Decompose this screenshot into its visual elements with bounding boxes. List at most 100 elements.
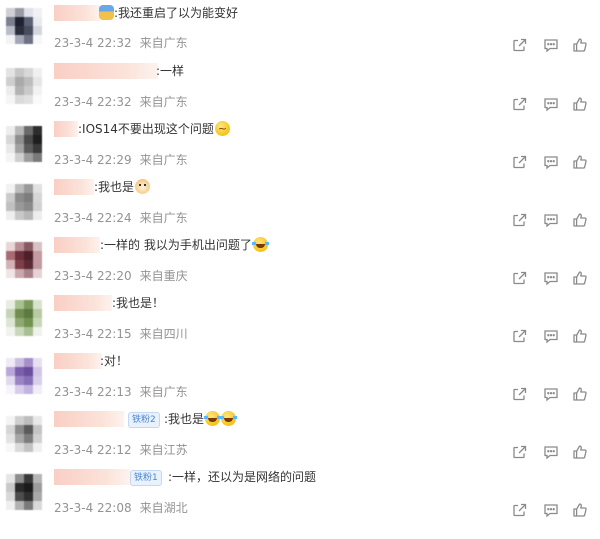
avatar[interactable] bbox=[6, 358, 42, 394]
like-icon[interactable] bbox=[572, 154, 588, 170]
avatar[interactable] bbox=[6, 416, 42, 452]
comment-text: :我也是 bbox=[94, 180, 135, 194]
emoji-icon bbox=[135, 179, 151, 194]
comment-text-line: :一样的 我以为手机出问题了 bbox=[100, 235, 269, 255]
comment-location: 来自江苏 bbox=[139, 443, 188, 457]
comment-meta: 23-3-4 22:32 来自广东 bbox=[54, 35, 188, 51]
comment-location: 来自广东 bbox=[139, 95, 188, 109]
comment-time: 23-3-4 22:20 bbox=[54, 269, 132, 283]
username-blurred[interactable] bbox=[54, 295, 112, 311]
comment-location: 来自广东 bbox=[139, 385, 188, 399]
comment-time: 23-3-4 22:24 bbox=[54, 211, 132, 225]
comment-text-line: :我也是！ bbox=[112, 293, 164, 313]
avatar[interactable] bbox=[6, 184, 42, 220]
comment-icon[interactable] bbox=[543, 154, 559, 170]
comment-meta: 23-3-4 22:29 来自广东 bbox=[54, 152, 188, 168]
like-icon[interactable] bbox=[572, 212, 588, 228]
avatar[interactable] bbox=[6, 474, 42, 510]
emoji-icon bbox=[251, 237, 269, 252]
comment-icon[interactable] bbox=[543, 444, 559, 460]
comment-text-line: :一样，还以为是网络的问题 bbox=[168, 467, 316, 487]
comment-item: :我也是 23-3-4 22:24 来自广东 bbox=[0, 174, 600, 232]
like-icon[interactable] bbox=[572, 96, 588, 112]
emoji-icon bbox=[214, 119, 230, 139]
username-blurred[interactable] bbox=[54, 353, 102, 369]
comment-time: 23-3-4 22:15 bbox=[54, 327, 132, 341]
comment-text: :我还重启了以为能变好 bbox=[114, 6, 239, 20]
username-blurred[interactable] bbox=[54, 411, 124, 427]
avatar[interactable] bbox=[6, 8, 42, 44]
emoji-icon bbox=[220, 411, 238, 426]
comment-text: :一样的 我以为手机出问题了 bbox=[100, 238, 252, 252]
avatar[interactable] bbox=[6, 68, 42, 104]
comment-meta: 23-3-4 22:15 来自四川 bbox=[54, 326, 188, 342]
comment-item: :一样的 我以为手机出问题了 23-3-4 22:20 来自重庆 bbox=[0, 232, 600, 290]
share-icon[interactable] bbox=[512, 96, 528, 112]
comment-icon[interactable] bbox=[543, 96, 559, 112]
comment-time: 23-3-4 22:08 bbox=[54, 501, 132, 515]
comment-icon[interactable] bbox=[543, 212, 559, 228]
comment-text: :对！ bbox=[100, 354, 129, 368]
share-icon[interactable] bbox=[512, 444, 528, 460]
comment-time: 23-3-4 22:13 bbox=[54, 385, 132, 399]
username-blurred[interactable] bbox=[54, 237, 100, 253]
username-blurred[interactable] bbox=[54, 121, 78, 137]
comment-text-line: :IOS14不要出现这个问题 bbox=[78, 119, 230, 139]
comment-text-line: :我也是 bbox=[164, 409, 238, 429]
like-icon[interactable] bbox=[572, 386, 588, 402]
comment-location: 来自广东 bbox=[139, 153, 188, 167]
comment-text: :一样，还以为是网络的问题 bbox=[168, 470, 317, 484]
comment-item: :对！ 23-3-4 22:13 来自广东 bbox=[0, 348, 600, 406]
comment-item: 铁粉1 :一样，还以为是网络的问题 23-3-4 22:08 来自湖北 bbox=[0, 464, 600, 522]
comment-item: :IOS14不要出现这个问题 23-3-4 22:29 来自广东 bbox=[0, 116, 600, 174]
comment-icon[interactable] bbox=[543, 328, 559, 344]
like-icon[interactable] bbox=[572, 328, 588, 344]
like-icon[interactable] bbox=[572, 270, 588, 286]
avatar[interactable] bbox=[6, 242, 42, 278]
comment-icon[interactable] bbox=[543, 270, 559, 286]
share-icon[interactable] bbox=[512, 154, 528, 170]
like-icon[interactable] bbox=[572, 502, 588, 518]
username-blurred[interactable] bbox=[54, 63, 158, 79]
comment-item: :我也是！ 23-3-4 22:15 来自四川 bbox=[0, 290, 600, 348]
comment-meta: 23-3-4 22:12 来自江苏 bbox=[54, 442, 188, 458]
avatar[interactable] bbox=[6, 300, 42, 336]
comment-meta: 23-3-4 22:13 来自广东 bbox=[54, 384, 188, 400]
avatar[interactable] bbox=[6, 126, 42, 162]
comment-text-line: :我也是 bbox=[94, 177, 151, 197]
share-icon[interactable] bbox=[512, 212, 528, 228]
comment-item: 铁粉2:我也是 23-3-4 22:12 来自江苏 bbox=[0, 406, 600, 464]
comment-location: 来自重庆 bbox=[139, 269, 188, 283]
comment-location: 来自湖北 bbox=[139, 501, 188, 515]
share-icon[interactable] bbox=[512, 270, 528, 286]
comment-text: :一样 bbox=[156, 64, 185, 78]
comment-icon[interactable] bbox=[543, 37, 559, 53]
share-icon[interactable] bbox=[512, 502, 528, 518]
comment-item: :一样 23-3-4 22:32 来自广东 bbox=[0, 58, 600, 116]
comment-time: 23-3-4 22:32 bbox=[54, 36, 132, 50]
username-blurred[interactable] bbox=[54, 469, 130, 485]
like-icon[interactable] bbox=[572, 37, 588, 53]
fan-level-badge: 铁粉2 bbox=[128, 412, 160, 428]
comment-location: 来自四川 bbox=[139, 327, 188, 341]
share-icon[interactable] bbox=[512, 328, 528, 344]
comment-text: :IOS14不要出现这个问题 bbox=[78, 122, 214, 136]
comment-item: :我还重启了以为能变好 23-3-4 22:32 来自广东 bbox=[0, 0, 600, 58]
comment-meta: 23-3-4 22:08 来自湖北 bbox=[54, 500, 188, 516]
share-icon[interactable] bbox=[512, 386, 528, 402]
comment-icon[interactable] bbox=[543, 502, 559, 518]
comment-icon[interactable] bbox=[543, 386, 559, 402]
username-blurred[interactable] bbox=[54, 5, 100, 21]
share-icon[interactable] bbox=[512, 37, 528, 53]
comment-time: 23-3-4 22:12 bbox=[54, 443, 132, 457]
comment-text: :我也是！ bbox=[112, 296, 165, 310]
comment-meta: 23-3-4 22:32 来自广东 bbox=[54, 94, 188, 110]
fan-level-badge: 铁粉1 bbox=[130, 470, 162, 486]
comment-location: 来自广东 bbox=[139, 211, 188, 225]
comment-text-line: :对！ bbox=[100, 351, 128, 371]
like-icon[interactable] bbox=[572, 444, 588, 460]
comment-meta: 23-3-4 22:24 来自广东 bbox=[54, 210, 188, 226]
username-blurred[interactable] bbox=[54, 179, 94, 195]
emoji-icon bbox=[99, 5, 114, 20]
comment-meta: 23-3-4 22:20 来自重庆 bbox=[54, 268, 188, 284]
